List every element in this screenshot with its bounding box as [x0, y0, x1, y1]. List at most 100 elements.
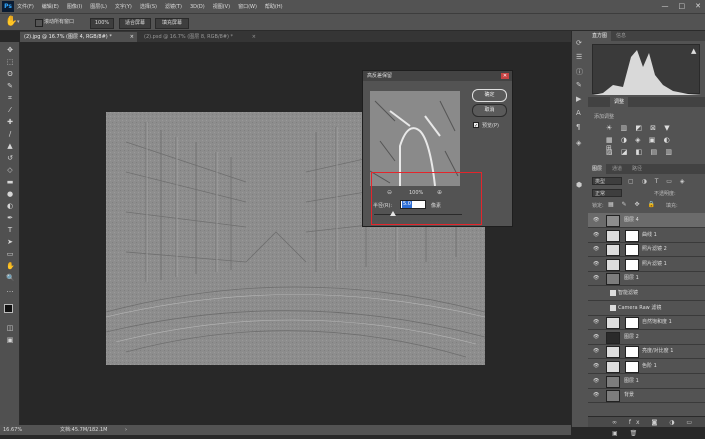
layer-row[interactable]: Camera Raw 滤镜 — [588, 301, 705, 316]
fit-screen-button[interactable]: 适合屏幕 — [119, 18, 151, 29]
scroll-all-checkbox[interactable] — [35, 19, 43, 27]
menu-filter[interactable]: 滤镜(T) — [165, 3, 182, 10]
layer-kind-filter[interactable]: 类型 — [592, 177, 622, 185]
marquee-tool-icon[interactable]: ⬚ — [6, 59, 14, 66]
menu-select[interactable]: 选择(S) — [140, 3, 157, 10]
tab-histogram[interactable]: 直方图 — [588, 31, 612, 41]
menu-type[interactable]: 文字(Y) — [115, 3, 132, 10]
layer-row[interactable]: 👁 图层 4 — [588, 213, 705, 228]
eye-icon[interactable]: 👁 — [593, 392, 599, 398]
cancel-button[interactable]: 取消 — [472, 104, 507, 117]
type-tool-icon[interactable]: T — [6, 227, 14, 234]
preview-checkbox[interactable]: ✓ — [473, 122, 479, 129]
info-icon[interactable]: ⓘ — [576, 67, 583, 77]
hand-tool-icon[interactable]: ✋ — [5, 16, 17, 27]
shape-tool-icon[interactable]: ▭ — [6, 251, 14, 258]
status-menu-arrow-icon[interactable]: › — [125, 425, 127, 435]
lock-icons[interactable]: ▦ ✎ ✥ 🔒 — [608, 201, 658, 208]
3d-icon[interactable]: ◈ — [576, 139, 581, 147]
eye-icon[interactable]: 👁 — [593, 217, 599, 223]
adjustment-icons-row3[interactable]: ▨ ◪ ◧ ▤ ▥ — [606, 148, 686, 156]
tab-doc-jpg[interactable]: (2).jpg @ 16.7% (图层 4, RGB/8#) * × — [20, 32, 137, 42]
layer-row[interactable]: 👁 自然饱和度 1 — [588, 315, 705, 331]
menu-layer[interactable]: 图层(L) — [90, 3, 107, 10]
layer-row[interactable]: 👁 亮度/对比度 1 — [588, 344, 705, 360]
close-icon[interactable]: ✕ — [695, 2, 701, 10]
hand-tool-icon[interactable]: ✋ — [6, 263, 15, 270]
cube-icon[interactable]: ⬢ — [576, 181, 582, 189]
menu-window[interactable]: 窗口(W) — [238, 3, 257, 10]
eraser-tool-icon[interactable]: ◇ — [6, 167, 14, 174]
eye-icon[interactable]: 👁 — [593, 334, 599, 340]
menu-view[interactable]: 视图(V) — [213, 3, 230, 10]
tab-adjustments[interactable]: 调整 — [610, 97, 629, 107]
zoom-out-icon[interactable]: ⊖ — [387, 189, 392, 196]
layer-row[interactable]: 👁 图层 2 — [588, 330, 705, 345]
eye-icon[interactable]: 👁 — [593, 246, 599, 252]
eyedropper-tool-icon[interactable]: ⁄ — [6, 107, 14, 114]
eye-icon[interactable]: 👁 — [593, 319, 599, 325]
tab-doc-psd[interactable]: (2).psd @ 16.7% (图层 8, RGB/8#) * × — [140, 32, 259, 42]
eye-icon[interactable]: 👁 — [593, 348, 599, 354]
eye-icon[interactable]: 👁 — [593, 363, 599, 369]
ok-button[interactable]: 确定 — [472, 89, 507, 102]
quick-select-tool-icon[interactable]: ✎ — [6, 83, 14, 90]
eye-icon[interactable]: 👁 — [593, 261, 599, 267]
brush-tool-icon[interactable]: / — [6, 131, 14, 138]
menu-file[interactable]: 文件(F) — [17, 3, 34, 10]
properties-icon[interactable]: ☰ — [576, 53, 582, 61]
maximize-icon[interactable]: □ — [679, 2, 686, 10]
zoom-100-button[interactable]: 100% — [90, 18, 114, 29]
quick-mask-icon[interactable]: ◫ — [6, 325, 14, 332]
layer-row[interactable]: 👁 背景 — [588, 388, 705, 404]
layer-row[interactable]: 👁 照片滤镜 2 — [588, 242, 705, 258]
dodge-tool-icon[interactable]: ◐ — [6, 203, 14, 210]
radius-slider-track[interactable] — [374, 211, 462, 216]
adjustment-icons-row1[interactable]: ☀ ▥ ◩ ⊠ ▼ — [606, 124, 686, 132]
close-icon[interactable]: ✕ — [501, 73, 509, 79]
radius-slider-thumb[interactable] — [390, 211, 397, 216]
more-tools-icon[interactable]: … — [6, 287, 14, 294]
layer-row[interactable]: 👁 照片滤镜 1 — [588, 257, 705, 272]
layer-row[interactable]: 👁 图层 1 — [588, 271, 705, 287]
menu-image[interactable]: 图像(I) — [67, 3, 82, 10]
chevron-down-icon[interactable]: ▾ — [17, 19, 20, 25]
minimize-icon[interactable]: — — [662, 2, 669, 10]
history-icon[interactable]: ⟳ — [576, 39, 582, 47]
fill-screen-button[interactable]: 填充屏幕 — [155, 18, 189, 29]
brush-presets-icon[interactable]: ✎ — [576, 81, 582, 89]
character-icon[interactable]: A — [576, 109, 581, 117]
close-tab-icon[interactable]: × — [252, 32, 256, 42]
tab-channels[interactable]: 通道 — [608, 164, 626, 174]
zoom-tool-icon[interactable]: 🔍 — [6, 275, 15, 282]
blur-tool-icon[interactable]: ● — [6, 191, 14, 198]
pen-tool-icon[interactable]: ✒ — [6, 215, 14, 222]
menu-help[interactable]: 帮助(H) — [265, 3, 283, 10]
dialog-title-bar[interactable]: 高反差保留 ✕ — [363, 71, 512, 81]
close-tab-icon[interactable]: × — [130, 32, 134, 42]
layer-row[interactable]: 智能滤镜 — [588, 286, 705, 301]
tab-layers[interactable]: 图层 — [588, 164, 607, 174]
layer-row[interactable]: 👁 图层 1 — [588, 374, 705, 389]
stamp-tool-icon[interactable]: ▲ — [6, 143, 14, 150]
move-tool-icon[interactable]: ✥ — [6, 47, 14, 54]
radius-input[interactable]: 5.0 — [400, 200, 426, 209]
screen-mode-icon[interactable]: ▣ — [6, 337, 14, 344]
eye-icon[interactable]: 👁 — [593, 378, 599, 384]
eye-icon[interactable]: 👁 — [593, 232, 599, 238]
zoom-in-icon[interactable]: ⊕ — [437, 189, 442, 196]
healing-tool-icon[interactable]: ✚ — [6, 119, 14, 126]
crop-tool-icon[interactable]: ⌗ — [6, 95, 14, 102]
layer-filter-icons[interactable]: ▢ ◑ T ▭ ◈ — [628, 178, 687, 185]
menu-edit[interactable]: 编辑(E) — [42, 3, 59, 10]
layers-footer-icons[interactable]: ∞ fx ◙ ◑ ▭ ▣ 🗑 — [588, 416, 705, 437]
blend-mode-select[interactable]: 正常 — [592, 189, 622, 197]
zoom-level[interactable]: 16.67% — [3, 425, 22, 435]
eye-icon[interactable]: 👁 — [593, 275, 599, 281]
layer-row[interactable]: 👁 色阶 1 — [588, 359, 705, 374]
menu-3d[interactable]: 3D(D) — [190, 4, 205, 10]
layer-row[interactable]: 👁 曲线 1 — [588, 228, 705, 243]
history-brush-icon[interactable]: ↺ — [6, 155, 14, 162]
gradient-tool-icon[interactable]: ▬ — [6, 179, 14, 186]
path-select-icon[interactable]: ➤ — [6, 239, 14, 246]
